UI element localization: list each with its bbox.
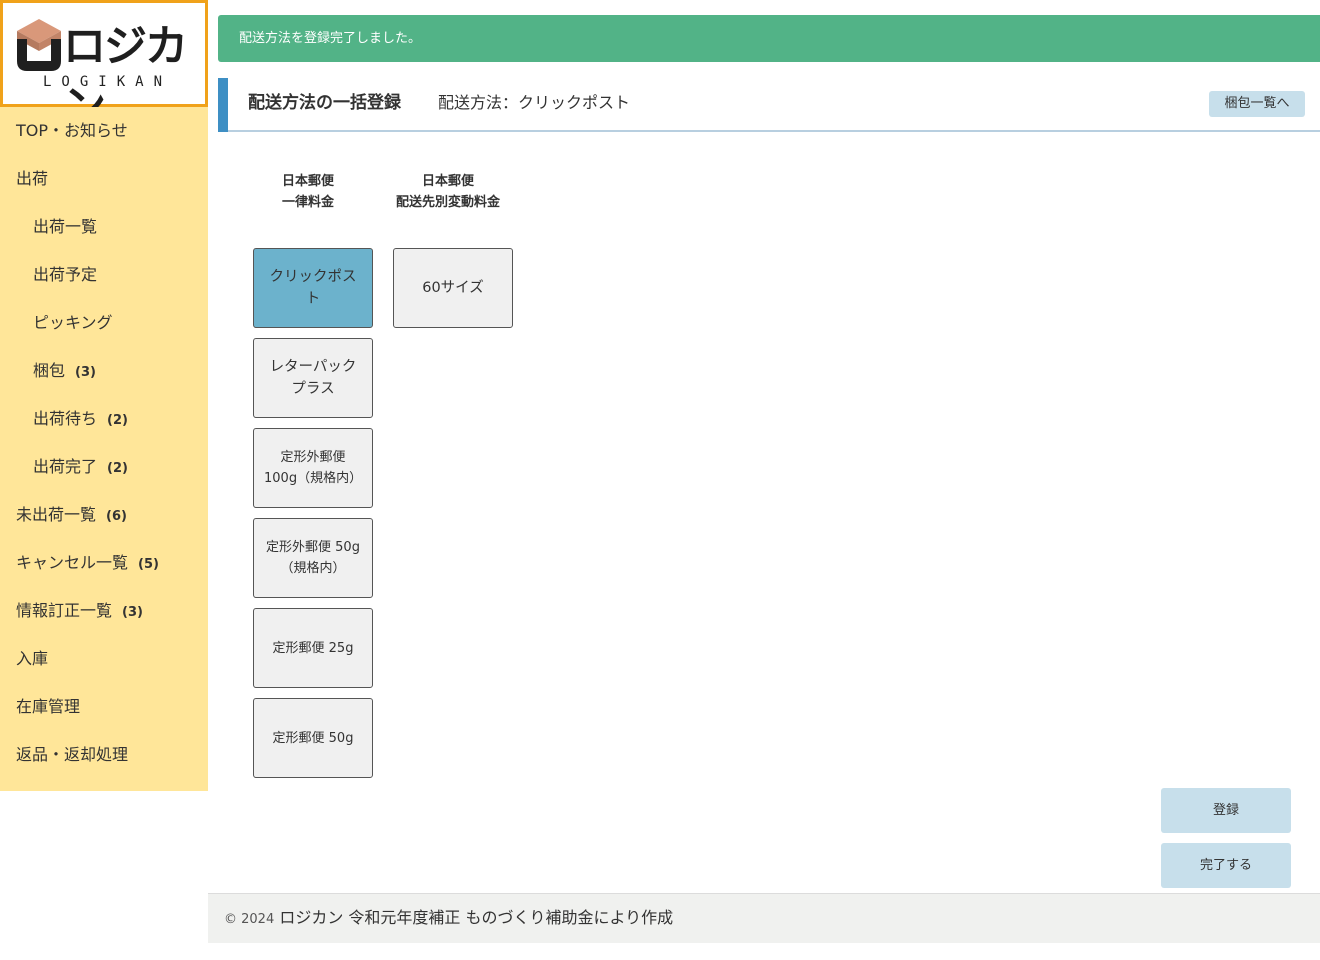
sidebar-item-count: (3) bbox=[75, 365, 96, 380]
sidebar-item-label: 返品・返却処理 bbox=[16, 745, 129, 764]
shipping-method-standard-50g[interactable]: 定形郵便 50g bbox=[253, 698, 373, 778]
complete-button[interactable]: 完了する bbox=[1161, 843, 1291, 888]
footer-text: ロジカン 令和元年度補正 ものづくり補助金により作成 bbox=[279, 908, 674, 927]
sidebar-item-picking[interactable]: ピッキング bbox=[33, 299, 113, 347]
sidebar-item-label: 未出荷一覧 bbox=[16, 505, 97, 524]
shipping-method-label: 定形外郵便 100g（規格内） bbox=[264, 450, 363, 486]
shipping-method-label: クリックポスト bbox=[269, 269, 357, 307]
sidebar-item-count: (2) bbox=[107, 413, 128, 428]
shipping-method-nonstandard-50g[interactable]: 定形外郵便 50g（規格内） bbox=[253, 518, 373, 598]
sidebar-item-receiving[interactable]: 入庫 bbox=[16, 635, 48, 683]
logo-brand-sub: LOGIKAN bbox=[43, 74, 173, 90]
shipping-method-nonstandard-100g[interactable]: 定形外郵便 100g（規格内） bbox=[253, 428, 373, 508]
sidebar-item-shipping-schedule[interactable]: 出荷予定 bbox=[33, 251, 97, 299]
sidebar-item-inventory[interactable]: 在庫管理 bbox=[16, 683, 80, 731]
sidebar: TOP・お知らせ 出荷 出荷一覧 出荷予定 ピッキング 梱包 (3) 出荷待ち (2… bbox=[0, 107, 208, 791]
sidebar-item-count: (5) bbox=[138, 557, 159, 572]
footer: © 2024 ロジカン 令和元年度補正 ものづくり補助金により作成 bbox=[208, 893, 1320, 943]
shipping-method-label: 定形郵便 50g bbox=[272, 730, 354, 746]
sidebar-item-label: 在庫管理 bbox=[16, 697, 81, 716]
alert-message: 配送方法を登録完了しました。 bbox=[239, 31, 422, 46]
logo[interactable]: ロジカン LOGIKAN bbox=[0, 0, 208, 132]
shipping-method-label: 定形外郵便 50g（規格内） bbox=[266, 540, 360, 576]
sidebar-item-label: ピッキング bbox=[33, 313, 113, 332]
sidebar-item-label: 梱包 bbox=[33, 361, 66, 380]
footer-copyright: © 2024 bbox=[224, 912, 275, 927]
page-title: 配送方法の一括登録 bbox=[248, 93, 401, 113]
sidebar-item-shipping[interactable]: 出荷 bbox=[16, 155, 48, 203]
sidebar-item-unshipped[interactable]: 未出荷一覧 (6) bbox=[16, 491, 127, 539]
shipping-method-letterpack-plus[interactable]: レターパックプラス bbox=[253, 338, 373, 418]
sidebar-item-label: 入庫 bbox=[16, 649, 49, 668]
page-subtitle: 配送方法：クリックポスト bbox=[438, 93, 631, 112]
sidebar-item-returns[interactable]: 返品・返却処理 bbox=[16, 731, 128, 779]
sidebar-item-label: 情報訂正一覧 bbox=[16, 601, 113, 620]
sidebar-item-shipped[interactable]: 出荷完了 (2) bbox=[33, 443, 128, 491]
sidebar-item-awaiting-shipment[interactable]: 出荷待ち (2) bbox=[33, 395, 128, 443]
page-header: 配送方法の一括登録 配送方法：クリックポスト 梱包一覧へ bbox=[218, 78, 1320, 132]
shipping-method-standard-25g[interactable]: 定形郵便 25g bbox=[253, 608, 373, 688]
shipping-method-label: 定形郵便 25g bbox=[272, 640, 354, 656]
shipping-method-clickpost[interactable]: クリックポスト bbox=[253, 248, 373, 328]
success-alert: 配送方法を登録完了しました。 bbox=[218, 15, 1320, 62]
sidebar-item-packing[interactable]: 梱包 (3) bbox=[33, 347, 96, 395]
sidebar-item-label: 出荷予定 bbox=[33, 265, 98, 284]
sidebar-item-shipping-list[interactable]: 出荷一覧 bbox=[33, 203, 97, 251]
shipping-method-label: 60サイズ bbox=[422, 280, 484, 296]
column-heading-flat-rate: 日本郵便 一律料金 bbox=[281, 174, 334, 210]
sidebar-item-label: キャンセル一覧 bbox=[16, 553, 129, 572]
sidebar-item-label: 出荷待ち bbox=[33, 409, 98, 428]
sidebar-item-count: (6) bbox=[106, 509, 127, 524]
sidebar-item-corrections[interactable]: 情報訂正一覧 (3) bbox=[16, 587, 143, 635]
column-heading-variable-rate: 日本郵便 配送先別変動料金 bbox=[395, 174, 500, 210]
shipping-method-label: レターパックプラス bbox=[269, 359, 357, 397]
header-accent-bar bbox=[218, 78, 228, 132]
shipping-method-size-60[interactable]: 60サイズ bbox=[393, 248, 513, 328]
sidebar-item-label: TOP・お知らせ bbox=[16, 121, 128, 140]
sidebar-item-label: 出荷完了 bbox=[33, 457, 98, 476]
register-button[interactable]: 登録 bbox=[1161, 788, 1291, 833]
sidebar-item-top[interactable]: TOP・お知らせ bbox=[16, 107, 128, 155]
sidebar-item-label: 出荷一覧 bbox=[33, 217, 98, 236]
sidebar-item-count: (2) bbox=[107, 461, 128, 476]
sidebar-item-count: (3) bbox=[122, 605, 143, 620]
back-to-packing-list-button[interactable]: 梱包一覧へ bbox=[1209, 91, 1305, 117]
box-icon bbox=[17, 19, 61, 71]
sidebar-item-label: 出荷 bbox=[16, 169, 49, 188]
sidebar-item-cancellations[interactable]: キャンセル一覧 (5) bbox=[16, 539, 159, 587]
